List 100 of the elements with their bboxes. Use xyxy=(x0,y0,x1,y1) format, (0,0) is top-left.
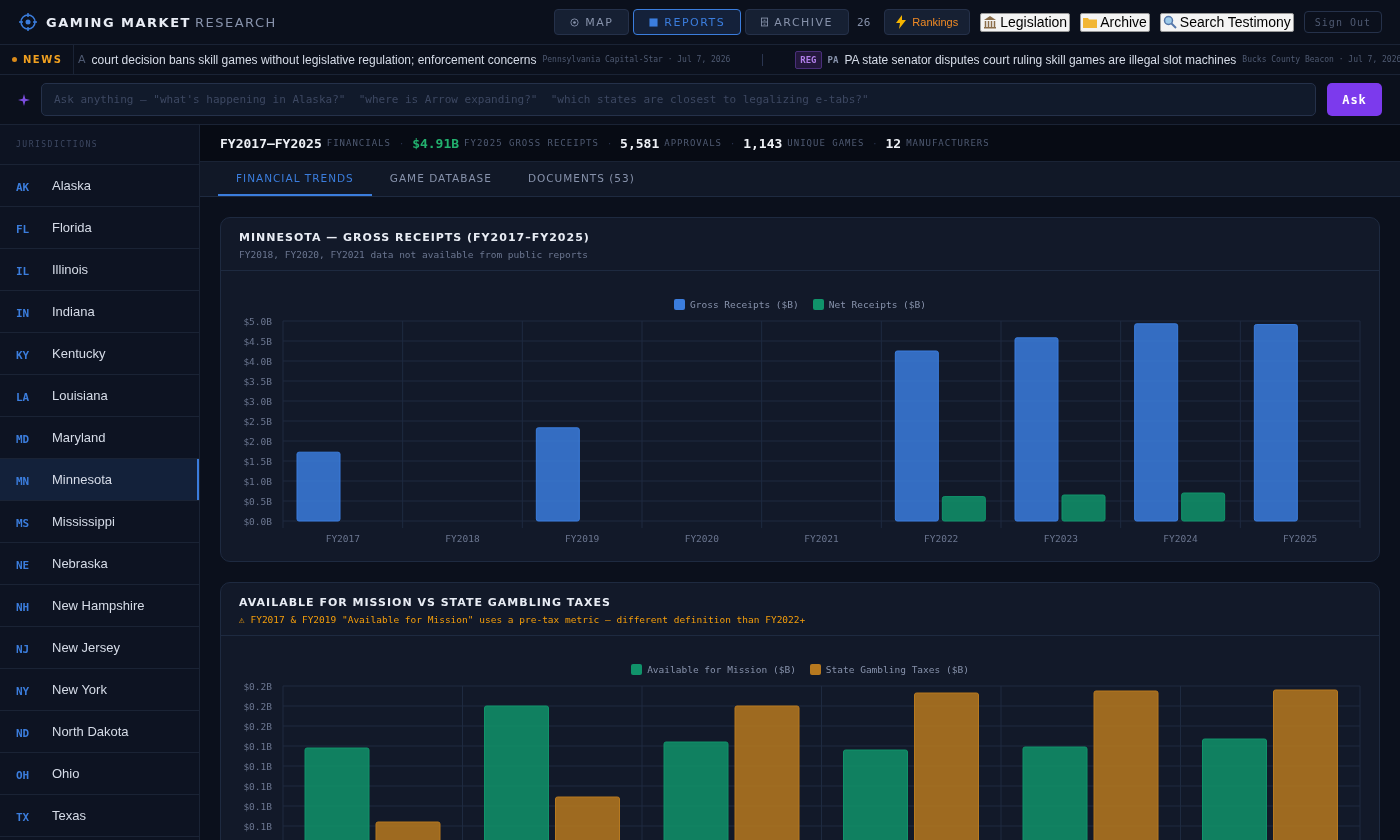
news-headline[interactable]: PA state senator disputes court ruling skill games are illegal slot machines xyxy=(844,52,1237,67)
bar xyxy=(941,496,986,522)
nav-tab[interactable]: ARCHIVE xyxy=(745,9,850,35)
jurisdiction-item[interactable]: NH New Hampshire xyxy=(0,585,199,627)
y-tick-label: $0.2B xyxy=(243,721,272,732)
jurisdiction-item[interactable]: LA Louisiana xyxy=(0,375,199,417)
jurisdiction-item[interactable]: IN Indiana xyxy=(0,291,199,333)
stat-value: 5,581 xyxy=(620,135,660,151)
news-source: Bucks County Beacon · Jul 7, 2026 xyxy=(1242,55,1400,64)
news-source: Pennsylvania Capital-Star · Jul 7, 2026 xyxy=(542,55,731,64)
cabinet-icon xyxy=(761,17,769,27)
square-icon xyxy=(649,17,659,27)
y-tick-label: $3.0B xyxy=(243,396,272,407)
chart-title: AVAILABLE FOR MISSION VS STATE GAMBLING TAXES xyxy=(239,596,612,609)
chart-note: ⚠ FY2017 & FY2019 "Available for Mission" uses a pre-tax metric — different definition than FY2022+ xyxy=(239,614,807,625)
y-tick-label: $3.5B xyxy=(243,376,272,387)
y-tick-label: $2.0B xyxy=(243,436,272,447)
bar xyxy=(1061,494,1106,522)
separator xyxy=(762,53,764,66)
y-tick-label: $0.1B xyxy=(243,761,272,772)
ask-button[interactable]: Ask xyxy=(1327,83,1382,116)
y-tick-label: $0.2B xyxy=(243,681,272,692)
jurisdiction-item[interactable]: KY Kentucky xyxy=(0,333,199,375)
stat-label: FINANCIALS xyxy=(326,138,391,148)
stat-value: FY2017–FY2025 xyxy=(220,135,322,151)
x-tick-label: FY2022 xyxy=(924,533,959,544)
x-tick-label: FY2024 xyxy=(1163,533,1198,544)
bar xyxy=(1181,492,1226,522)
separator-dot: · xyxy=(873,137,877,149)
jurisdiction-item[interactable]: NE Nebraska xyxy=(0,543,199,585)
tab[interactable]: GAME DATABASE xyxy=(371,162,510,196)
legend-label: State Gambling Taxes ($B) xyxy=(825,664,969,675)
jurisdiction-item[interactable]: MN Minnesota xyxy=(0,459,199,501)
chart-note: FY2018, FY2020, FY2021 data not available from public reports xyxy=(239,249,589,260)
bar xyxy=(296,451,341,522)
jurisdiction-item[interactable]: NY New York xyxy=(0,669,199,711)
chart-title: MINNESOTA — GROSS RECEIPTS (FY2017–FY2025) xyxy=(239,231,591,244)
y-tick-label: $1.5B xyxy=(243,456,272,467)
x-tick-label: FY2023 xyxy=(1043,533,1078,544)
stat-label: MANUFACTURERS xyxy=(906,138,990,148)
bar xyxy=(375,821,441,840)
legend-label: Available for Mission ($B) xyxy=(647,664,796,675)
target-icon xyxy=(570,17,580,27)
stat-value: $4.91B xyxy=(412,135,460,151)
state-code: PA xyxy=(827,54,839,65)
brand-suffix: RESEARCH xyxy=(194,14,277,30)
jurisdiction-item[interactable]: AK Alaska xyxy=(0,165,199,207)
stat-label: APPROVALS xyxy=(664,138,722,148)
state-code: A xyxy=(78,53,86,66)
y-tick-label: $5.0B xyxy=(243,316,272,327)
separator-dot: · xyxy=(731,137,735,149)
tab[interactable]: FINANCIAL TRENDS xyxy=(218,162,372,196)
stat-value: 12 xyxy=(885,135,902,151)
y-tick-label: $0.1B xyxy=(243,801,272,812)
separator-dot: · xyxy=(399,137,404,149)
y-tick-label: $0.0B xyxy=(243,516,272,527)
bar xyxy=(555,796,620,840)
jurisdiction-item[interactable]: NJ New Jersey xyxy=(0,627,199,669)
x-tick-label: FY2019 xyxy=(565,533,600,544)
news-headline[interactable]: court decision bans skill games without legislative regulation; enforcement concerns xyxy=(91,52,537,67)
rankings-button[interactable]: Rankings xyxy=(884,9,971,35)
y-tick-label: $0.2B xyxy=(243,701,272,712)
y-tick-label: $2.5B xyxy=(243,416,272,427)
stat-label: UNIQUE GAMES xyxy=(787,138,865,148)
legend-label: Net Receipts ($B) xyxy=(828,299,926,310)
stat-value: 1,143 xyxy=(743,135,783,151)
x-tick-label: FY2018 xyxy=(445,533,480,544)
nav-tab[interactable]: REPORTS xyxy=(633,9,742,35)
jurisdiction-item[interactable]: MS Mississippi xyxy=(0,501,199,543)
x-tick-label: FY2021 xyxy=(804,533,839,544)
news-dot-icon xyxy=(12,57,17,62)
jurisdiction-item[interactable]: OH Ohio xyxy=(0,753,199,795)
building-icon xyxy=(983,15,998,29)
nav-tab[interactable]: MAP xyxy=(554,9,630,35)
y-tick-label: $0.1B xyxy=(243,741,272,752)
crosshair-logo-icon xyxy=(18,12,38,32)
lightning-icon xyxy=(896,15,907,29)
count-label: 26 xyxy=(857,15,871,29)
tab[interactable]: DOCUMENTS (53) xyxy=(509,162,653,196)
link-button[interactable]: Search Testimony xyxy=(1159,12,1294,32)
news-label: NEWS xyxy=(23,54,63,65)
jurisdiction-item[interactable]: ND North Dakota xyxy=(0,711,199,753)
link-button[interactable]: Legislation xyxy=(980,12,1071,32)
x-tick-label: FY2020 xyxy=(684,533,719,544)
jurisdiction-item[interactable]: TX Texas xyxy=(0,795,199,837)
y-tick-label: $4.0B xyxy=(243,356,272,367)
x-tick-label: FY2017 xyxy=(325,533,360,544)
brand-name: GAMING MARKET xyxy=(46,14,191,30)
y-tick-label: $4.5B xyxy=(243,336,272,347)
sidebar-title: JURISDICTIONS xyxy=(0,125,199,165)
news-tag: REG xyxy=(795,50,822,69)
legend-label: Gross Receipts ($B) xyxy=(690,299,799,310)
separator-dot: · xyxy=(607,137,612,149)
x-tick-label: FY2025 xyxy=(1283,533,1318,544)
jurisdiction-item[interactable]: IL Illinois xyxy=(0,249,199,291)
sparkle-icon xyxy=(18,93,30,106)
search-icon xyxy=(1162,15,1177,29)
link-button[interactable]: Archive xyxy=(1080,12,1150,32)
jurisdiction-item[interactable]: FL Florida xyxy=(0,207,199,249)
y-tick-label: $1.0B xyxy=(243,476,272,487)
